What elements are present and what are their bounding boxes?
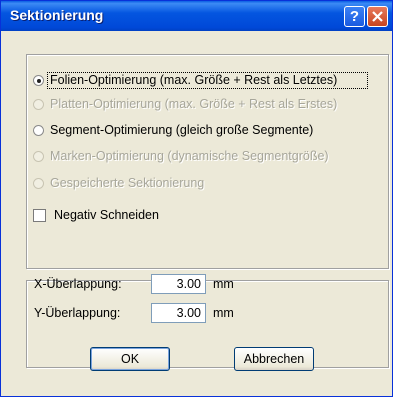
help-button[interactable]: ? [344,6,365,27]
y-overlap-unit: mm [213,306,234,320]
y-overlap-label: Y-Überlappung: [34,306,121,320]
title-bar[interactable]: Sektionierung ? [1,1,392,31]
radio-gespeicherte-sektionierung [33,178,44,189]
y-overlap-input[interactable]: 3.00 [151,303,206,323]
x-overlap-input[interactable]: 3.00 [151,274,206,294]
dialog-client: Folien-Optimierung (max. Größe + Rest al… [5,31,389,394]
ok-button[interactable]: OK [90,347,170,371]
help-icon: ? [349,8,360,25]
window-title: Sektionierung [10,7,104,23]
radio-marken-optimierung [33,151,44,162]
label-platten-optimierung: Platten-Optimierung (max. Größe + Rest a… [50,97,338,111]
cancel-button[interactable]: Abbrechen [234,347,314,371]
overlap-group [26,280,389,368]
close-icon [372,11,383,22]
radio-folien-optimierung[interactable] [33,75,44,86]
dialog-window: Sektionierung ? Folien-Optimierung (max.… [0,0,393,397]
focus-rect [47,72,368,89]
radio-segment-optimierung[interactable] [33,125,44,136]
x-overlap-unit: mm [213,277,234,291]
label-marken-optimierung: Marken-Optimierung (dynamische Segmentgr… [50,149,329,163]
close-button[interactable] [367,6,388,27]
label-segment-optimierung: Segment-Optimierung (gleich große Segmen… [50,123,314,137]
radio-platten-optimierung [33,99,44,110]
x-overlap-label: X-Überlappung: [34,277,122,291]
label-gespeicherte-sektionierung: Gespeicherte Sektionierung [50,176,205,190]
negativ-schneiden-label: Negativ Schneiden [54,208,159,222]
checkbox-box[interactable] [33,209,46,222]
